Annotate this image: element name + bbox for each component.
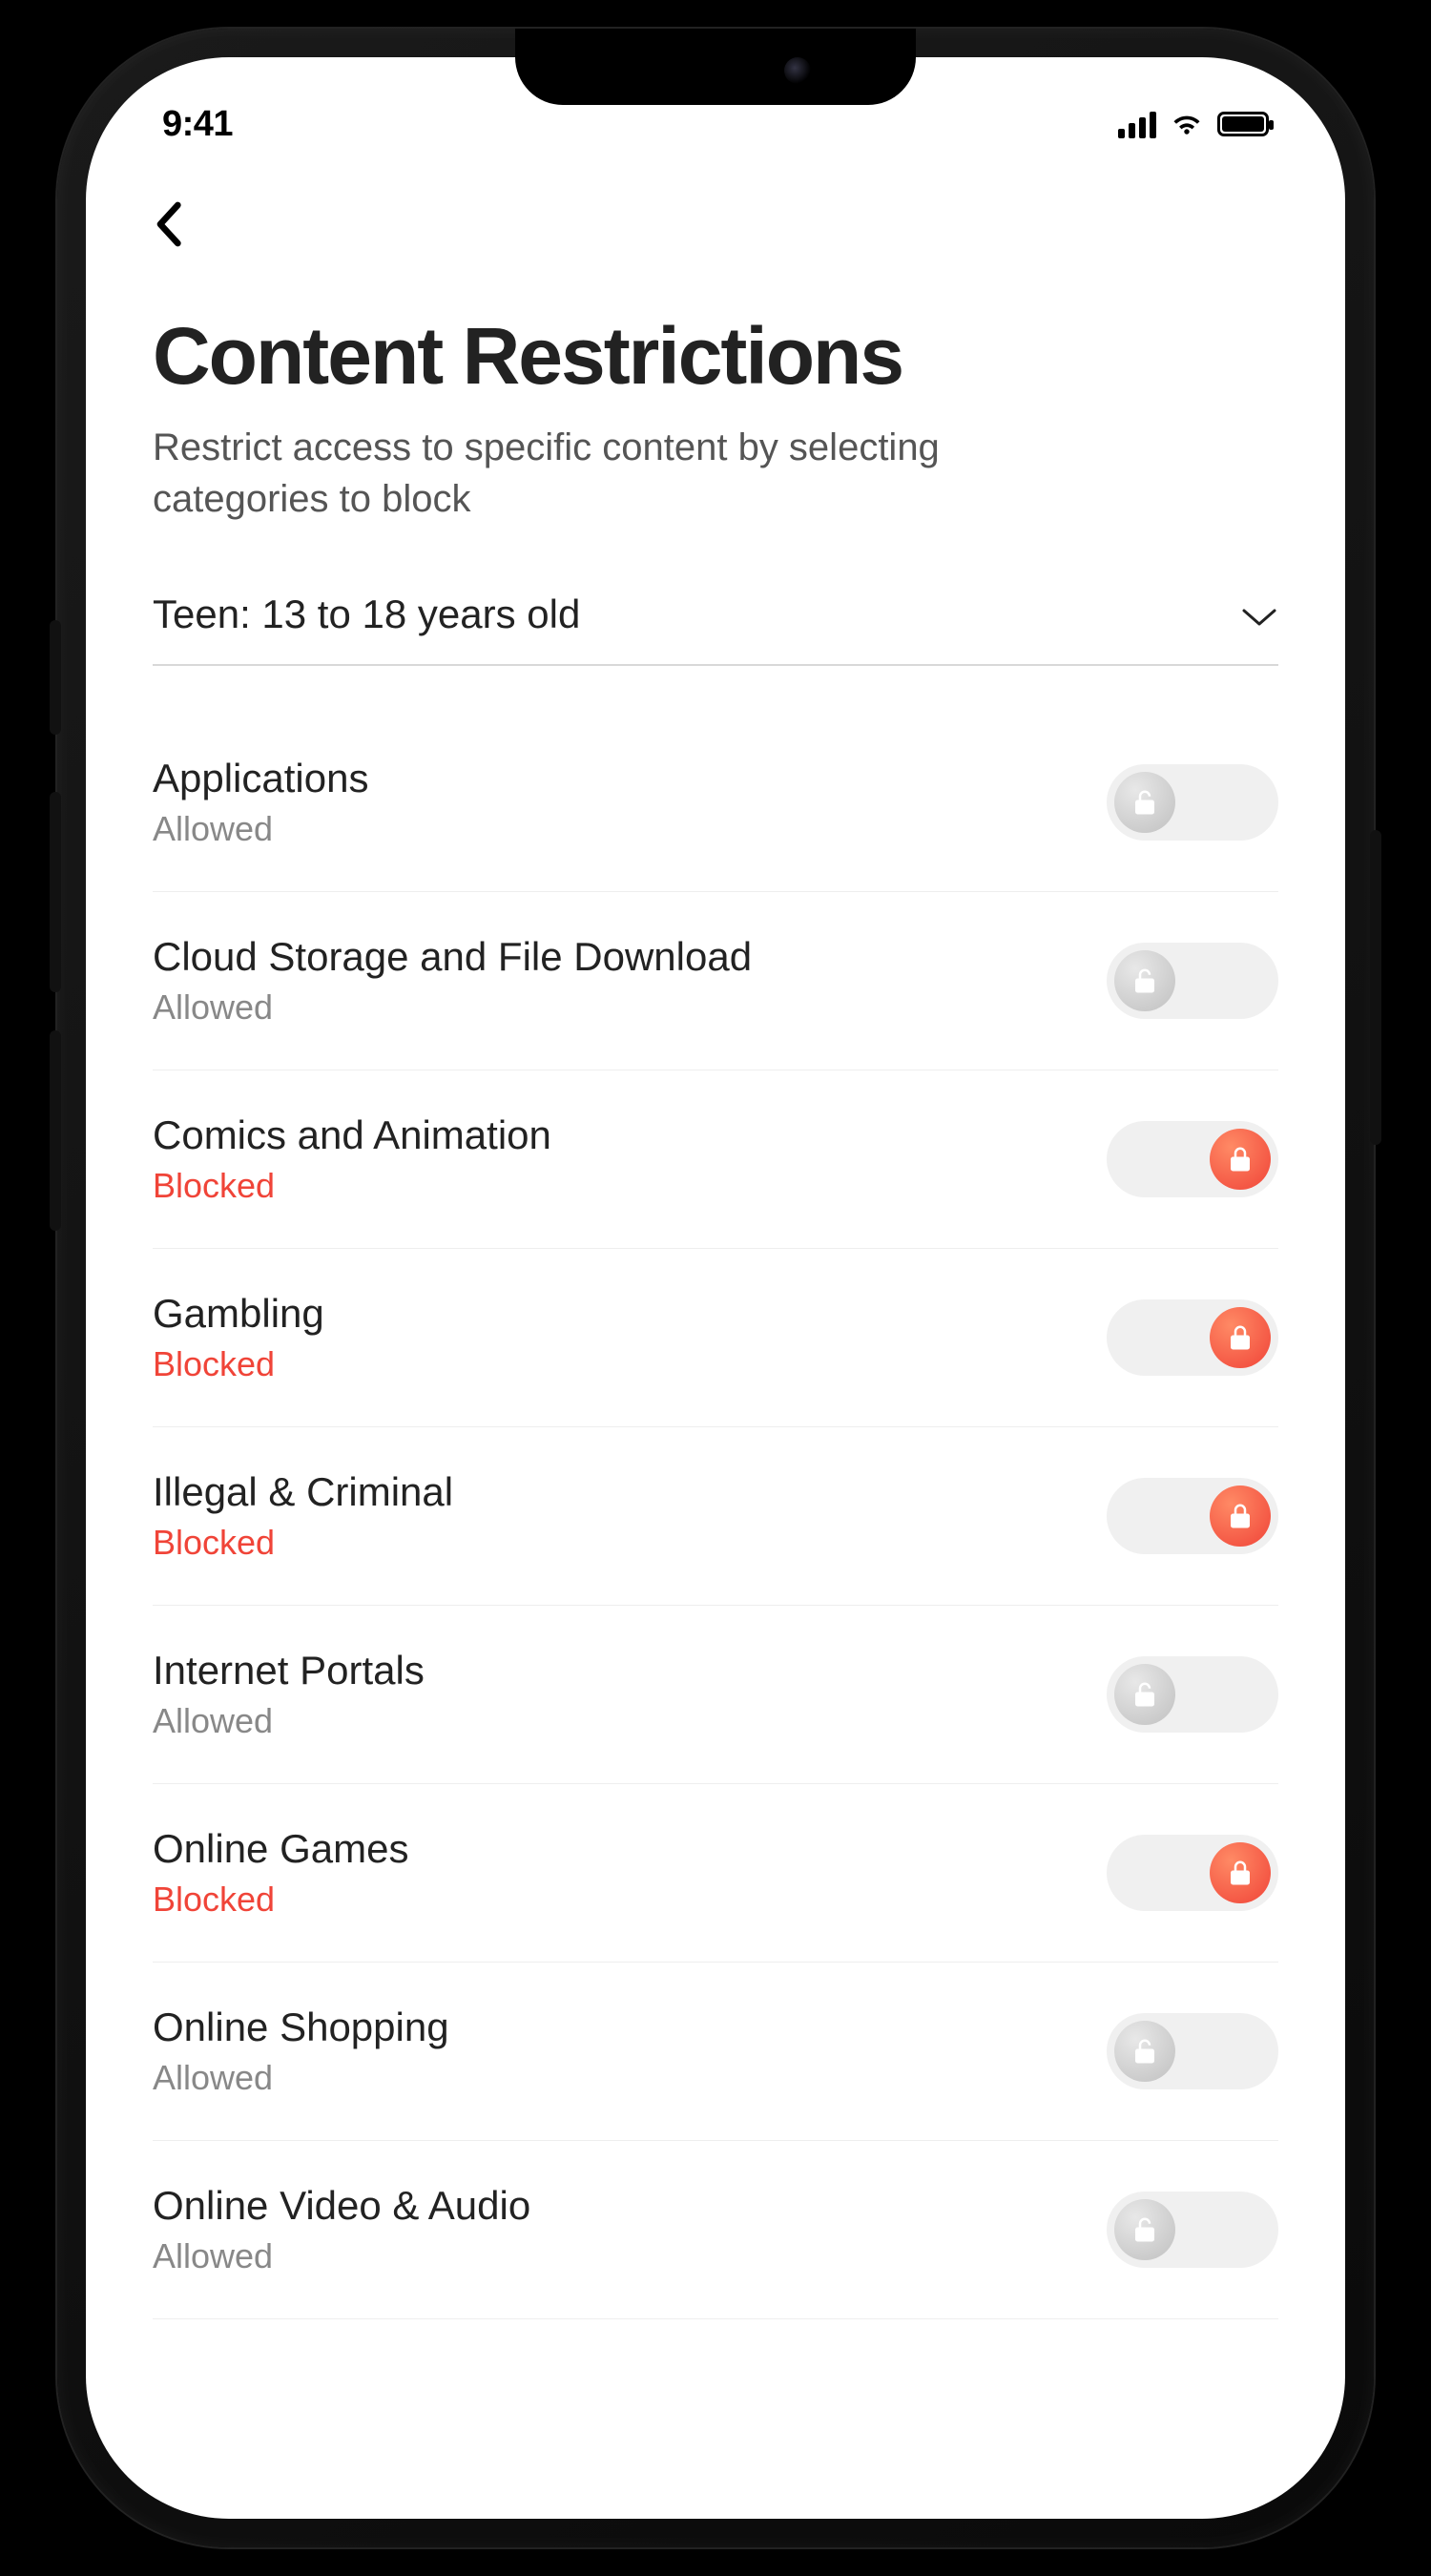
block-toggle[interactable]	[1107, 764, 1278, 841]
category-row: Applications Allowed	[153, 714, 1278, 892]
category-row: Internet Portals Allowed	[153, 1606, 1278, 1784]
block-toggle[interactable]	[1107, 1121, 1278, 1197]
category-status: Blocked	[153, 1166, 551, 1206]
category-row: Cloud Storage and File Download Allowed	[153, 892, 1278, 1070]
wifi-icon	[1170, 109, 1204, 140]
category-name: Internet Portals	[153, 1648, 425, 1693]
back-button[interactable]	[153, 200, 187, 253]
category-list: ApplicationsAllowedCloud Storage and Fil…	[153, 714, 1278, 2319]
lock-open-icon	[1114, 2021, 1175, 2082]
category-name: Comics and Animation	[153, 1112, 551, 1158]
category-row: Online Shopping Allowed	[153, 1963, 1278, 2141]
block-toggle[interactable]	[1107, 943, 1278, 1019]
block-toggle[interactable]	[1107, 2013, 1278, 2089]
category-name: Illegal & Criminal	[153, 1469, 453, 1515]
lock-open-icon	[1114, 950, 1175, 1011]
lock-closed-icon	[1210, 1842, 1271, 1903]
block-toggle[interactable]	[1107, 1478, 1278, 1554]
category-name: Online Games	[153, 1826, 408, 1872]
block-toggle[interactable]	[1107, 1299, 1278, 1376]
block-toggle[interactable]	[1107, 1835, 1278, 1911]
age-group-dropdown[interactable]: Teen: 13 to 18 years old	[153, 592, 1278, 666]
lock-closed-icon	[1210, 1307, 1271, 1368]
lock-open-icon	[1114, 2199, 1175, 2260]
category-status: Allowed	[153, 809, 368, 849]
status-time: 9:41	[162, 104, 233, 145]
category-row: Gambling Blocked	[153, 1249, 1278, 1427]
chevron-down-icon	[1240, 592, 1278, 637]
category-name: Online Video & Audio	[153, 2183, 530, 2229]
category-row: Online Video & Audio Allowed	[153, 2141, 1278, 2319]
lock-closed-icon	[1210, 1129, 1271, 1190]
block-toggle[interactable]	[1107, 1656, 1278, 1733]
category-status: Blocked	[153, 1523, 453, 1563]
cellular-icon	[1118, 110, 1156, 138]
block-toggle[interactable]	[1107, 2192, 1278, 2268]
category-row: Illegal & Criminal Blocked	[153, 1427, 1278, 1606]
page-title: Content Restrictions	[153, 310, 1278, 403]
page-subtitle: Restrict access to specific content by s…	[153, 422, 1011, 525]
category-status: Blocked	[153, 1880, 408, 1920]
category-row: Online Games Blocked	[153, 1784, 1278, 1963]
category-name: Online Shopping	[153, 2005, 449, 2050]
category-status: Allowed	[153, 2236, 530, 2276]
status-indicators	[1118, 109, 1269, 140]
category-status: Allowed	[153, 987, 752, 1028]
lock-closed-icon	[1210, 1485, 1271, 1547]
category-status: Blocked	[153, 1344, 324, 1384]
category-name: Gambling	[153, 1291, 324, 1337]
category-name: Applications	[153, 756, 368, 801]
category-name: Cloud Storage and File Download	[153, 934, 752, 980]
lock-open-icon	[1114, 772, 1175, 833]
category-status: Allowed	[153, 1701, 425, 1741]
lock-open-icon	[1114, 1664, 1175, 1725]
battery-icon	[1217, 112, 1269, 136]
category-status: Allowed	[153, 2058, 449, 2098]
dropdown-value: Teen: 13 to 18 years old	[153, 592, 580, 637]
category-row: Comics and Animation Blocked	[153, 1070, 1278, 1249]
